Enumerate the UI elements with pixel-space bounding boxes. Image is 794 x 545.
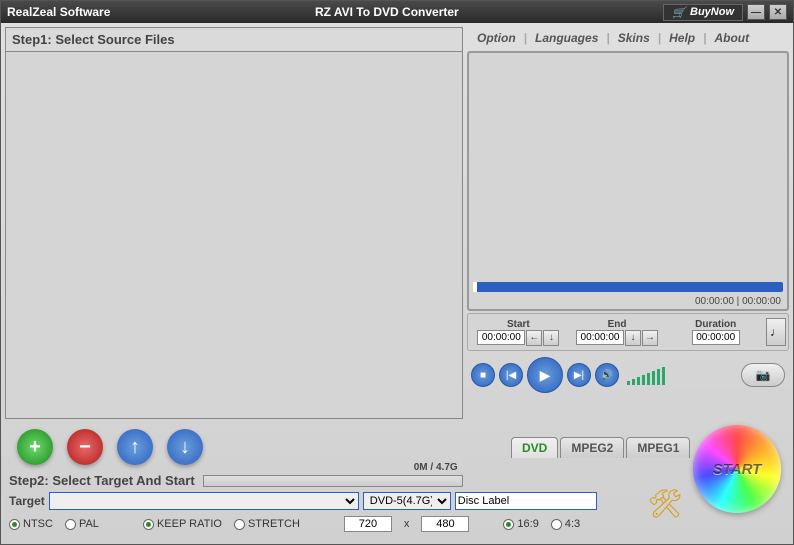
height-input[interactable] (421, 516, 469, 532)
play-button[interactable]: ▶ (527, 357, 563, 393)
target-label: Target (9, 494, 45, 508)
volume-indicator[interactable] (627, 365, 665, 385)
minimize-button[interactable]: — (747, 4, 765, 20)
start-button[interactable]: START (693, 425, 781, 513)
disc-size-select[interactable]: DVD-5(4.7G) (363, 492, 451, 510)
step2-header: Step2: Select Target And Start (9, 473, 195, 488)
close-button[interactable]: ✕ (769, 4, 787, 20)
volume-button[interactable]: 🔊 (595, 363, 619, 387)
source-file-list[interactable] (5, 52, 463, 419)
tab-mpeg1[interactable]: MPEG1 (626, 437, 690, 458)
track-button[interactable]: ♩ (766, 318, 786, 346)
trim-start-input[interactable] (477, 330, 525, 345)
radio-4-3[interactable]: 4:3 (551, 518, 580, 530)
preview-time: 00:00:00 | 00:00:00 (469, 294, 787, 309)
menu-about[interactable]: About (708, 29, 755, 47)
buynow-label: BuyNow (690, 6, 734, 18)
start-left-button[interactable]: ← (526, 330, 542, 346)
remove-file-button[interactable]: − (67, 429, 103, 465)
prev-button[interactable]: |◀ (499, 363, 523, 387)
app-title: RZ AVI To DVD Converter (110, 5, 663, 19)
tab-mpeg2[interactable]: MPEG2 (560, 437, 624, 458)
radio-keep-ratio[interactable]: KEEP RATIO (143, 518, 222, 530)
trim-end-label: End (608, 319, 627, 330)
radio-ntsc[interactable]: NTSC (9, 518, 53, 530)
start-label: START (713, 461, 762, 478)
width-input[interactable] (344, 516, 392, 532)
buynow-button[interactable]: 🛒 BuyNow (663, 4, 743, 21)
next-button[interactable]: ▶| (567, 363, 591, 387)
cart-icon: 🛒 (672, 6, 686, 19)
add-file-button[interactable]: + (17, 429, 53, 465)
stop-button[interactable]: ■ (471, 363, 495, 387)
capacity-bar: 0M / 4.7G (203, 475, 463, 487)
radio-pal[interactable]: PAL (65, 518, 99, 530)
brand-label: RealZeal Software (7, 5, 110, 19)
seek-bar[interactable] (473, 282, 783, 292)
menu-skins[interactable]: Skins (612, 29, 656, 47)
move-up-button[interactable]: ↑ (117, 429, 153, 465)
start-down-button[interactable]: ↓ (543, 330, 559, 346)
wrench-icon: 🛠 (647, 487, 683, 520)
end-down-button[interactable]: ↓ (625, 330, 641, 346)
trim-duration-label: Duration (695, 319, 736, 330)
snapshot-button[interactable]: 📷 (741, 363, 785, 387)
end-right-button[interactable]: → (642, 330, 658, 346)
capacity-label: 0M / 4.7G (414, 462, 458, 473)
dim-x-label: x (404, 518, 410, 530)
move-down-button[interactable]: ↓ (167, 429, 203, 465)
radio-16-9[interactable]: 16:9 (503, 518, 538, 530)
tools-button[interactable]: 🛠 (645, 483, 685, 523)
disc-label-input[interactable] (455, 492, 597, 510)
menu-help[interactable]: Help (663, 29, 701, 47)
menu-option[interactable]: Option (471, 29, 522, 47)
menu-languages[interactable]: Languages (529, 29, 604, 47)
tab-dvd[interactable]: DVD (511, 437, 558, 458)
target-drive-select[interactable] (49, 492, 359, 510)
radio-stretch[interactable]: STRETCH (234, 518, 300, 530)
step1-header: Step1: Select Source Files (5, 27, 463, 52)
video-preview[interactable] (469, 53, 787, 280)
preview-pane: 00:00:00 | 00:00:00 (467, 51, 789, 311)
trim-end-input[interactable] (576, 330, 624, 345)
trim-start-label: Start (507, 319, 530, 330)
trim-duration-input[interactable] (692, 330, 740, 345)
